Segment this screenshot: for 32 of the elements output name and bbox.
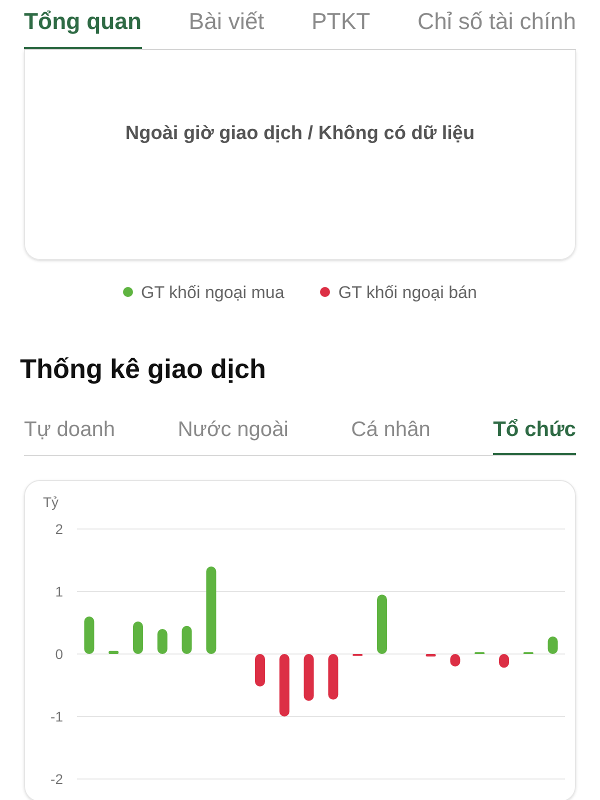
tab[interactable]: PTKT: [311, 4, 370, 48]
bar: [450, 654, 460, 666]
tab[interactable]: Cá nhân: [351, 414, 430, 455]
tab[interactable]: Tự doanh: [24, 414, 116, 455]
bar: [377, 594, 387, 654]
bar: [328, 654, 338, 700]
axis-tick: -2: [50, 771, 63, 787]
bar: [255, 654, 265, 686]
bar: [548, 636, 558, 654]
tab[interactable]: Bài viết: [188, 4, 264, 48]
bar: [499, 654, 509, 668]
legend-label: GT khối ngoại bán: [338, 282, 477, 304]
tab[interactable]: Tổng quan: [24, 4, 142, 48]
legend-label: GT khối ngoại mua: [141, 282, 284, 304]
bar: [108, 650, 119, 654]
bar: [182, 626, 192, 654]
tab[interactable]: Tổ chức: [493, 414, 576, 455]
axis-tick: 0: [55, 646, 63, 662]
axis-unit: Tỷ: [43, 494, 59, 510]
tab[interactable]: Chỉ số tài chính: [417, 4, 576, 48]
bar: [279, 654, 290, 716]
section-title: Thống kê giao dịch: [20, 353, 268, 386]
bar: [304, 654, 314, 701]
bar: [133, 622, 143, 654]
bar: [426, 654, 436, 656]
axis-tick: -1: [50, 708, 63, 724]
no-data-message: Ngoài giờ giao dịch / Không có dữ liệu: [125, 122, 475, 146]
axis-tick: 2: [55, 521, 63, 537]
bar: [84, 616, 94, 654]
axis-tick: 1: [55, 584, 63, 600]
tab[interactable]: Nước ngoài: [178, 414, 288, 455]
bar: [157, 629, 168, 654]
